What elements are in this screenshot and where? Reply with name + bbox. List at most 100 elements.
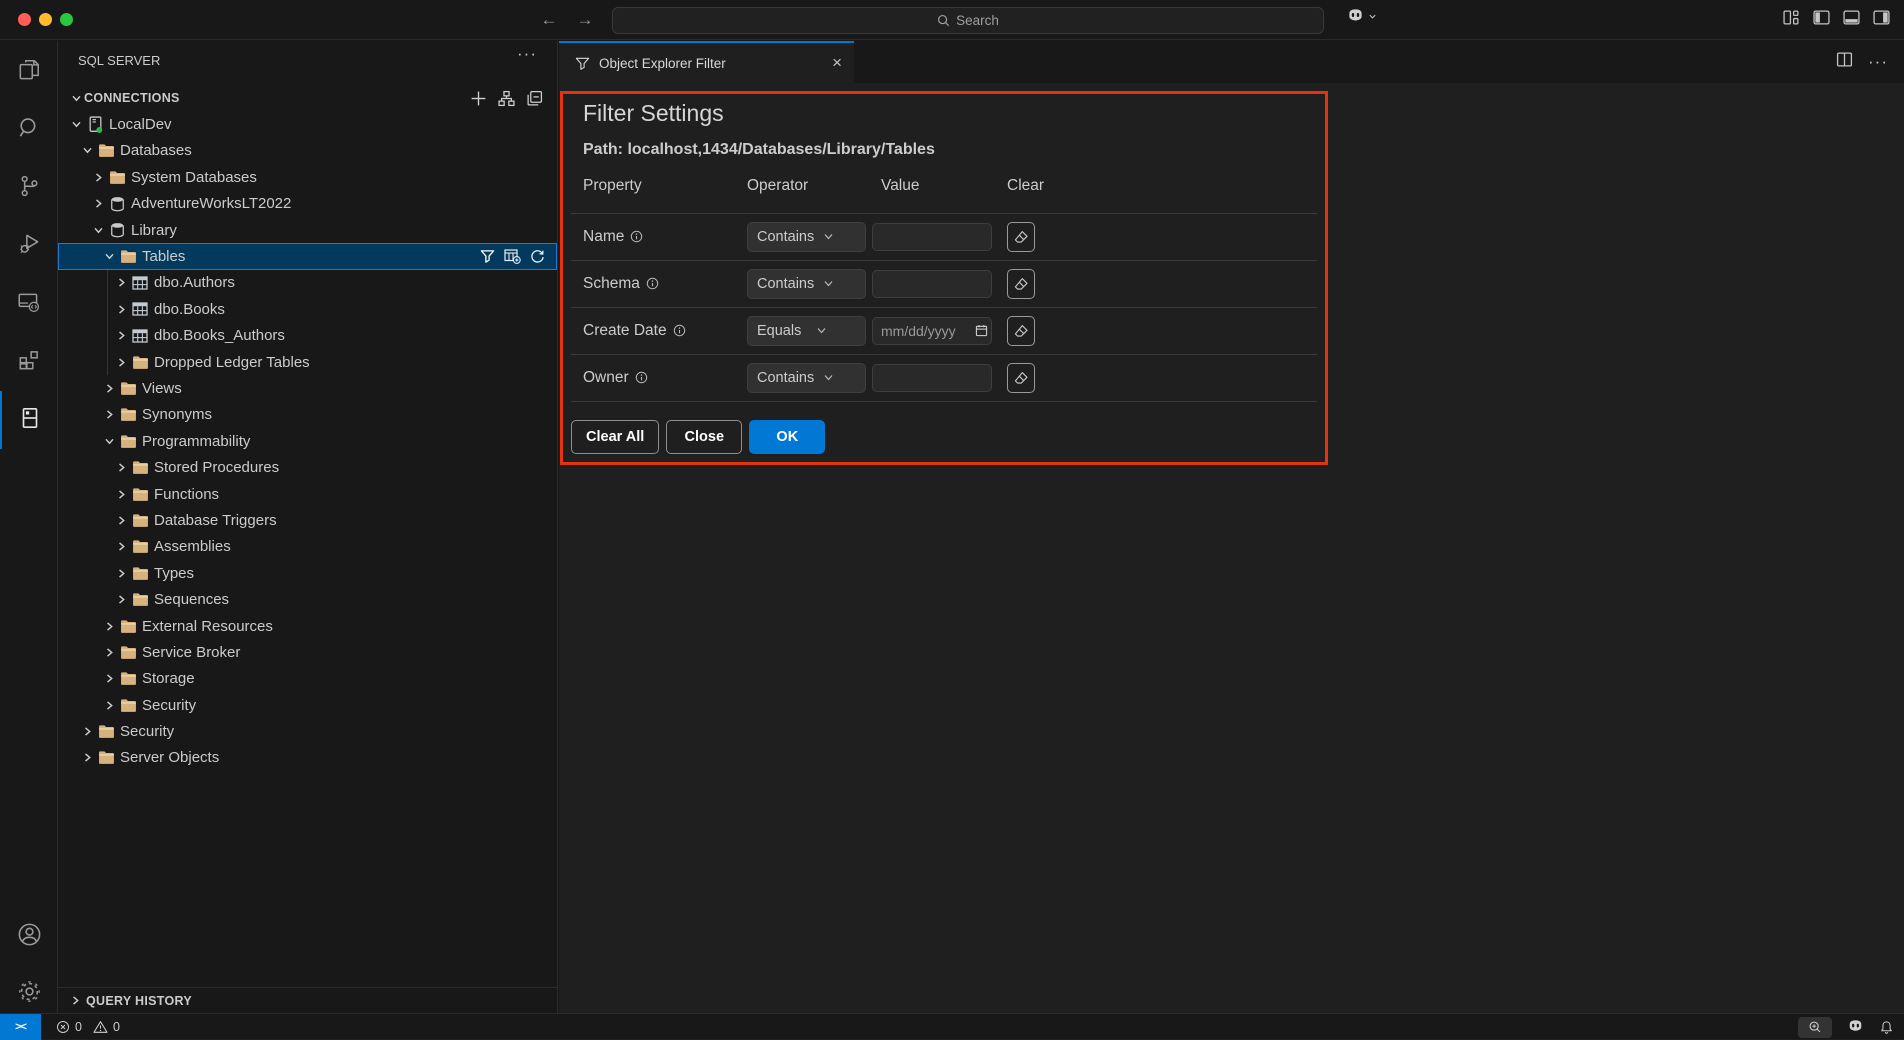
clear-row-button[interactable] <box>1007 316 1035 346</box>
copilot-status-icon[interactable] <box>1846 1019 1865 1035</box>
tree-item-security[interactable]: Security <box>58 692 557 718</box>
add-connection-icon[interactable] <box>470 90 487 107</box>
minimize-window-button[interactable] <box>39 13 52 26</box>
tree-item-databases[interactable]: Databases <box>58 138 557 164</box>
tree-item-views[interactable]: Views <box>58 375 557 401</box>
more-actions-icon[interactable]: ··· <box>1868 52 1888 72</box>
operator-select[interactable]: Equals <box>747 316 866 346</box>
tree-item-sequences[interactable]: Sequences <box>58 586 557 612</box>
tree-item-functions[interactable]: Functions <box>58 481 557 507</box>
connection-groups-icon[interactable] <box>498 90 515 107</box>
toggle-panel-icon[interactable] <box>1843 9 1860 26</box>
sidebar-item-source-control[interactable] <box>0 159 58 217</box>
sidebar-item-search[interactable] <box>0 101 58 159</box>
connections-section-header[interactable]: CONNECTIONS <box>58 85 557 111</box>
sidebar-item-run-debug[interactable] <box>0 217 58 275</box>
tree-item-programmability[interactable]: Programmability <box>58 428 557 454</box>
sidebar-item-extensions[interactable] <box>0 333 58 391</box>
filter-icon <box>575 56 590 71</box>
collapse-all-icon[interactable] <box>526 90 543 107</box>
value-text-input[interactable] <box>872 223 992 251</box>
tree-item-localdev[interactable]: LocalDev <box>58 111 557 137</box>
history-back-button[interactable]: ← <box>536 7 562 33</box>
zoom-status-button[interactable] <box>1798 1017 1832 1038</box>
accounts-button[interactable] <box>0 908 58 966</box>
new-table-icon[interactable] <box>504 249 521 264</box>
tree-item-types[interactable]: Types <box>58 560 557 586</box>
chevron-right-icon <box>104 621 115 632</box>
clear-row-button[interactable] <box>1007 269 1035 299</box>
clear-all-button[interactable]: Clear All <box>571 420 659 454</box>
debug-icon <box>16 231 42 262</box>
tree-item-dbo-books-authors[interactable]: dbo.Books_Authors <box>58 323 557 349</box>
close-button[interactable]: Close <box>666 420 742 454</box>
split-editor-icon[interactable] <box>1836 51 1853 73</box>
tree-item-external-resources[interactable]: External Resources <box>58 613 557 639</box>
sql-server-icon <box>17 405 43 436</box>
chevron-right-icon <box>116 568 127 579</box>
sidebar-item-remote-explorer[interactable] <box>0 275 58 333</box>
folder-icon <box>132 513 149 528</box>
window-controls <box>18 13 73 26</box>
history-forward-button[interactable]: → <box>572 7 598 33</box>
tree-item-dbo-authors[interactable]: dbo.Authors <box>58 270 557 296</box>
clear-row-button[interactable] <box>1007 363 1035 393</box>
value-date-input[interactable] <box>872 317 992 345</box>
tree-item-label: AdventureWorksLT2022 <box>131 195 291 212</box>
tree-item-label: Library <box>131 222 177 239</box>
remote-indicator[interactable]: >< <box>0 1014 41 1040</box>
tree-item-synonyms[interactable]: Synonyms <box>58 402 557 428</box>
tree-item-assemblies[interactable]: Assemblies <box>58 534 557 560</box>
tree-item-storage[interactable]: Storage <box>58 666 557 692</box>
operator-select[interactable]: Contains <box>747 269 866 299</box>
sidebar-item-sql-server[interactable] <box>0 391 58 449</box>
query-history-label: QUERY HISTORY <box>86 994 192 1008</box>
search-icon <box>16 115 42 146</box>
tree-item-adventureworkslt2022[interactable]: AdventureWorksLT2022 <box>58 191 557 217</box>
value-text-input[interactable] <box>872 270 992 298</box>
tree-item-server-objects[interactable]: Server Objects <box>58 745 557 771</box>
folder-icon <box>120 645 137 660</box>
tree-item-security[interactable]: Security <box>58 718 557 744</box>
tree-item-dropped-ledger-tables[interactable]: Dropped Ledger Tables <box>58 349 557 375</box>
refresh-icon[interactable] <box>530 249 545 264</box>
filter-icon[interactable] <box>480 249 495 264</box>
panel-buttons: Clear All Close OK <box>571 420 825 454</box>
property-label: Owner <box>583 354 648 401</box>
ok-button[interactable]: OK <box>749 420 825 454</box>
tree-item-system-databases[interactable]: System Databases <box>58 164 557 190</box>
toggle-primary-sidebar-icon[interactable] <box>1813 9 1830 26</box>
tree-item-tables[interactable]: Tables <box>58 243 557 269</box>
close-icon[interactable]: × <box>832 43 842 83</box>
tree-item-dbo-books[interactable]: dbo.Books <box>58 296 557 322</box>
chevron-right-icon <box>82 726 93 737</box>
close-window-button[interactable] <box>18 13 31 26</box>
connections-label: CONNECTIONS <box>84 91 180 105</box>
tree-item-label: Tables <box>142 248 185 265</box>
more-actions-icon[interactable]: ··· <box>517 44 537 64</box>
tree-item-database-triggers[interactable]: Database Triggers <box>58 507 557 533</box>
problems-status[interactable]: 0 0 <box>56 1014 120 1040</box>
clear-row-button[interactable] <box>1007 222 1035 252</box>
value-text-input[interactable] <box>872 364 992 392</box>
tree-item-library[interactable]: Library <box>58 217 557 243</box>
bell-icon[interactable] <box>1879 1020 1894 1035</box>
eraser-icon <box>1013 276 1029 292</box>
operator-select[interactable]: Contains <box>747 222 866 252</box>
tree-item-stored-procedures[interactable]: Stored Procedures <box>58 454 557 480</box>
chevron-right-icon <box>116 357 127 368</box>
operator-select[interactable]: Contains <box>747 363 866 393</box>
copilot-menu[interactable] <box>1346 8 1377 25</box>
activity-bar <box>0 41 58 1013</box>
folder-icon <box>120 619 137 634</box>
maximize-window-button[interactable] <box>60 13 73 26</box>
customize-layout-icon[interactable] <box>1783 9 1800 26</box>
command-center-search[interactable]: Search <box>612 7 1324 34</box>
sidebar-item-explorer[interactable] <box>0 43 58 101</box>
query-history-section[interactable]: QUERY HISTORY <box>58 987 557 1013</box>
tree-item-service-broker[interactable]: Service Broker <box>58 639 557 665</box>
toggle-secondary-sidebar-icon[interactable] <box>1873 9 1890 26</box>
chevron-right-icon <box>116 489 127 500</box>
chevron-right-icon <box>104 673 115 684</box>
tab-object-explorer-filter[interactable]: Object Explorer Filter × <box>559 41 854 83</box>
